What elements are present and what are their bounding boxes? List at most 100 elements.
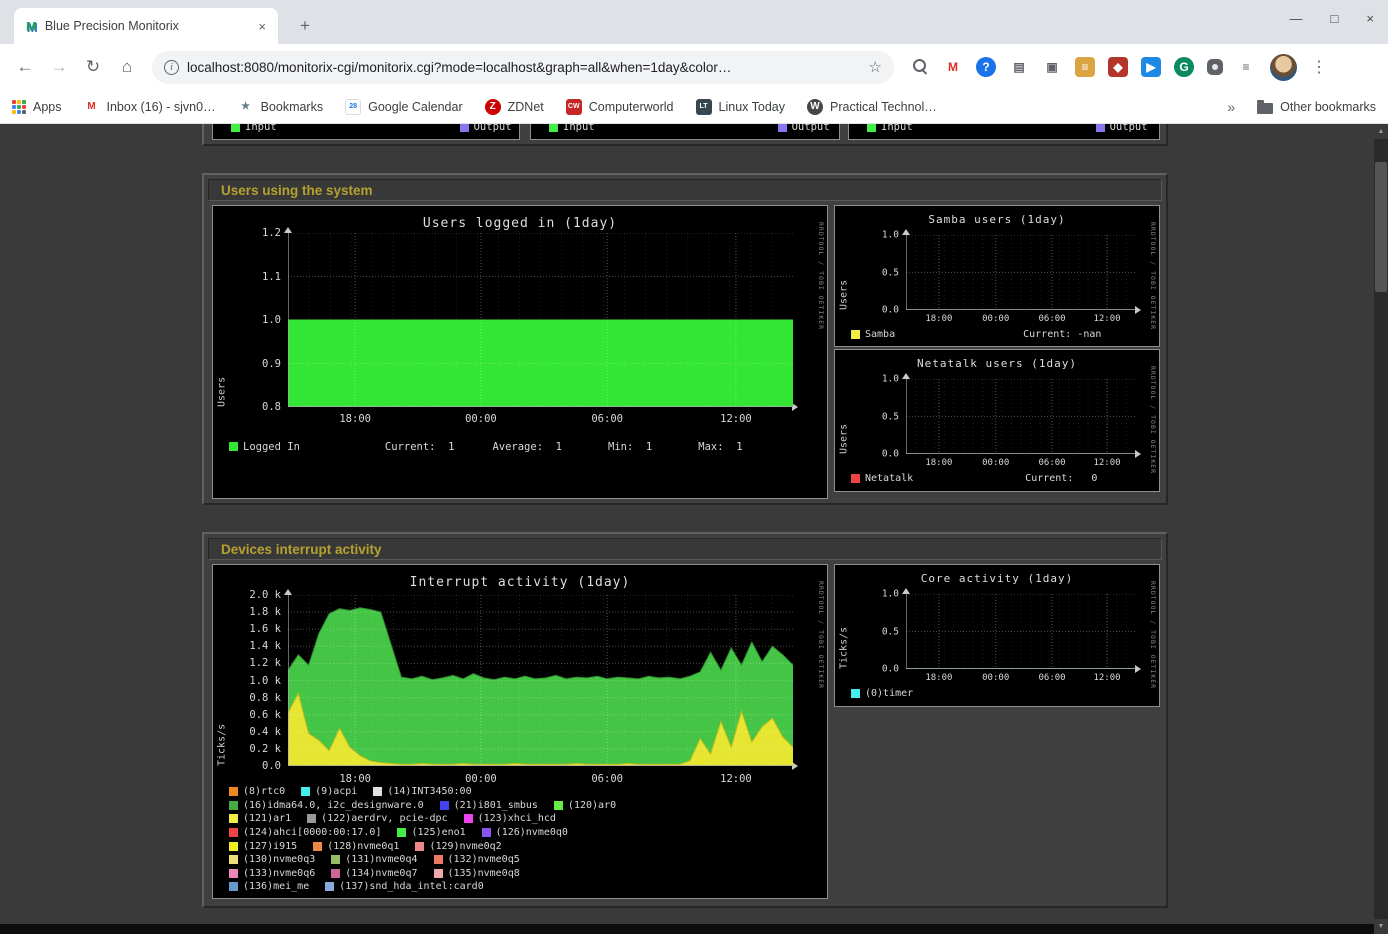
x-tick-label: 12:00 <box>1093 314 1120 324</box>
window-close-button[interactable]: × <box>1366 11 1374 26</box>
reading-list-icon[interactable]: ≡ <box>1236 57 1256 77</box>
network-graph-partial[interactable]: Input Output <box>848 124 1160 140</box>
scroll-up-icon[interactable]: ▲ <box>1374 124 1388 139</box>
legend-color-swatch <box>851 474 860 483</box>
y-tick-label: 1.6 k <box>249 623 281 635</box>
bookmark-item[interactable]: Apps <box>12 100 62 114</box>
forward-button[interactable]: → <box>42 50 76 84</box>
site-info-icon[interactable]: i <box>164 60 179 75</box>
legend-color-swatch <box>229 828 238 837</box>
bookmark-star-icon[interactable]: ☆ <box>869 58 882 76</box>
pocket-extension-icon[interactable]: ◆ <box>1108 57 1128 77</box>
extension-icons: M? ▤ ▣ ≡ ◆ ▶ G ≡ <box>910 57 1256 77</box>
y-tick-label: 0.0 <box>882 305 899 316</box>
legend-label: (121)ar1 <box>243 813 291 824</box>
y-tick-label: 0.0 <box>882 449 899 460</box>
tab-close-icon[interactable]: × <box>258 19 266 34</box>
browser-tab[interactable]: M Blue Precision Monitorix × <box>14 8 278 44</box>
x-tick-label: 06:00 <box>1039 458 1066 468</box>
legend-label: (126)nvme0q0 <box>496 827 568 838</box>
y-axis-ticks: 1.00.50.0 <box>835 235 899 310</box>
samba-users-graph: Samba users (1day) Users 1.00.50.0 18:00… <box>834 205 1160 347</box>
bookmark-item[interactable]: CWComputerworld <box>566 99 674 115</box>
browser-menu-icon[interactable]: ⋮ <box>1309 57 1329 77</box>
y-axis-ticks: 1.00.50.0 <box>835 379 899 454</box>
x-tick-label: 18:00 <box>925 673 952 683</box>
legend-label: (124)ahci[0000:00:17.0] <box>243 827 381 838</box>
legend-label: (21)i801_smbus <box>454 800 538 811</box>
profile-avatar[interactable] <box>1270 54 1297 81</box>
browser-toolbar: ← → ↻ ⌂ i localhost:8080/monitorix-cgi/m… <box>0 44 1388 90</box>
other-bookmarks[interactable]: Other bookmarks <box>1257 100 1376 114</box>
graph-title: Samba users (1day) <box>835 213 1159 226</box>
legend-color-swatch <box>229 869 238 878</box>
rrdtool-credit: RRDTOOL / TOBI OETIKER <box>1149 581 1157 689</box>
rrdtool-credit: RRDTOOL / TOBI OETIKER <box>1149 366 1157 474</box>
y-tick-label: 0.8 <box>262 401 281 413</box>
x-tick-label: 12:00 <box>720 413 752 425</box>
back-button[interactable]: ← <box>8 50 42 84</box>
legend-color-swatch <box>397 828 406 837</box>
plot-area[interactable] <box>288 233 793 407</box>
x-tick-label: 06:00 <box>1039 673 1066 683</box>
legend-row: NetatalkCurrent: 0 <box>851 472 1153 485</box>
legend-color-swatch <box>482 828 491 837</box>
help-extension-icon[interactable]: ? <box>976 57 996 77</box>
gmail-extension-icon[interactable]: M <box>943 57 963 77</box>
legend-label: (128)nvme0q1 <box>327 841 399 852</box>
plot-area[interactable] <box>906 379 1136 454</box>
url-input[interactable]: localhost:8080/monitorix-cgi/monitorix.c… <box>187 60 861 75</box>
x-tick-label: 12:00 <box>1093 458 1120 468</box>
bookmark-item[interactable]: MInbox (16) - sjvn0… <box>84 99 216 115</box>
bookmark-item[interactable]: ★Bookmarks <box>238 99 324 115</box>
legend-label: Max: 1 <box>698 441 742 453</box>
extensions-puzzle-icon[interactable] <box>1207 59 1223 75</box>
window-maximize-button[interactable]: □ <box>1331 11 1339 26</box>
new-tab-button[interactable]: + <box>292 13 318 39</box>
plot-area[interactable] <box>288 595 793 766</box>
camera-extension-icon[interactable]: ▶ <box>1141 57 1161 77</box>
bookmark-item[interactable]: WPractical Technol… <box>807 99 937 115</box>
x-tick-label: 18:00 <box>339 773 371 785</box>
legend-row: (127)i915(128)nvme0q1(129)nvme0q2 <box>229 839 821 853</box>
legend-color-swatch <box>231 124 240 132</box>
plot-area[interactable] <box>906 235 1136 310</box>
copy-extension-icon[interactable]: ▤ <box>1009 57 1029 77</box>
bookmark-label: Linux Today <box>719 100 786 114</box>
window-minimize-button[interactable]: — <box>1290 11 1303 26</box>
legend-label: (14)INT3450:00 <box>387 786 471 797</box>
legend-label: Average: 1 <box>492 441 562 453</box>
scroll-down-icon[interactable]: ▼ <box>1374 919 1388 934</box>
network-graph-partial[interactable]: Input Output <box>212 124 520 140</box>
legend-label: (0)timer <box>865 688 913 699</box>
vault-extension-icon[interactable]: ▣ <box>1042 57 1062 77</box>
bookmarks-overflow-icon[interactable]: » <box>1227 99 1235 115</box>
y-axis-ticks: 1.00.50.0 <box>835 594 899 669</box>
legend-label: Netatalk <box>865 473 913 484</box>
graph-legend: NetatalkCurrent: 0 <box>851 472 1153 485</box>
address-bar[interactable]: i localhost:8080/monitorix-cgi/monitorix… <box>152 51 894 84</box>
home-button[interactable]: ⌂ <box>110 50 144 84</box>
scrollbar-thumb[interactable] <box>1375 162 1387 292</box>
plot-area[interactable] <box>906 594 1136 669</box>
legend-label: Min: 1 <box>608 441 652 453</box>
users-logged-in-graph: Users logged in (1day) Users 1.21.11.00.… <box>212 205 828 499</box>
stack-extension-icon[interactable]: ≡ <box>1075 57 1095 77</box>
legend-color-swatch <box>331 855 340 864</box>
reload-button[interactable]: ↻ <box>76 50 110 84</box>
partial-network-section: Input Output Input Output Input Output <box>202 124 1168 146</box>
bookmark-item[interactable]: 28Google Calendar <box>345 99 463 115</box>
network-graph-partial[interactable]: Input Output <box>530 124 840 140</box>
bookmark-item[interactable]: ZZDNet <box>485 99 544 115</box>
legend-row: Logged InCurrent: 1Average: 1Min: 1Max: … <box>229 440 821 453</box>
x-axis-ticks: 18:0000:0006:0012:00 <box>906 673 1136 685</box>
legend-color-swatch <box>1096 124 1105 132</box>
legend-color-swatch <box>229 801 238 810</box>
legend-color-swatch <box>229 842 238 851</box>
y-tick-label: 1.8 k <box>249 606 281 618</box>
search-icon[interactable] <box>910 57 930 77</box>
bookmark-item[interactable]: LTLinux Today <box>696 99 786 115</box>
vertical-scrollbar[interactable]: ▲ ▼ <box>1374 124 1388 934</box>
grammarly-extension-icon[interactable]: G <box>1174 57 1194 77</box>
legend-row: (0)timer <box>851 687 1153 700</box>
